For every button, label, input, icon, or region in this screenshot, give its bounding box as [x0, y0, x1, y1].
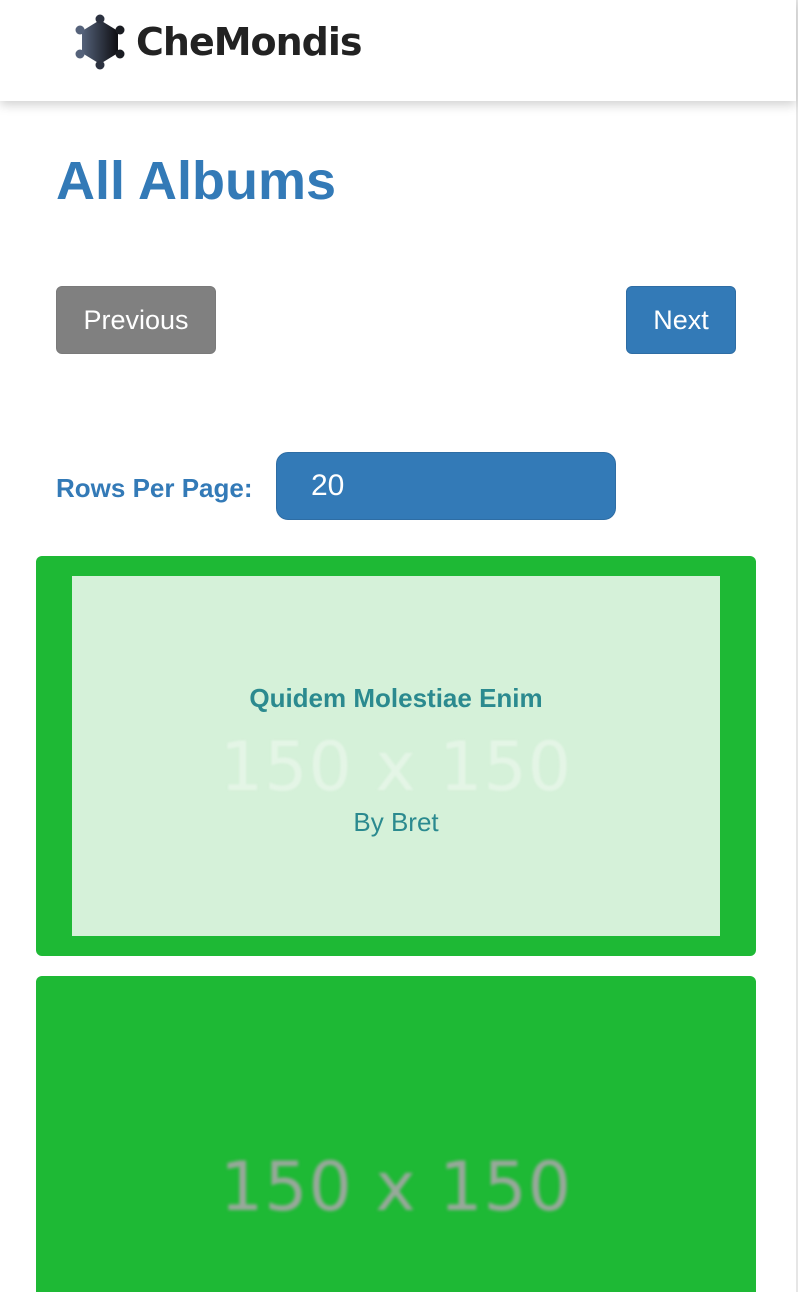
album-card-overlay: 150 x 150 Quidem Molestiae Enim By Bret: [72, 576, 720, 936]
hexagon-molecule-icon: [75, 14, 125, 70]
rows-per-page-select[interactable]: 20: [276, 452, 616, 520]
album-title: Quidem Molestiae Enim: [249, 683, 543, 713]
rows-per-page-label: Rows Per Page:: [56, 473, 253, 503]
next-button[interactable]: Next: [626, 286, 736, 354]
album-card[interactable]: 150 x 150: [36, 976, 756, 1292]
previous-button[interactable]: Previous: [56, 286, 216, 354]
album-card[interactable]: 150 x 150 Quidem Molestiae Enim By Bret: [36, 556, 756, 956]
page-title: All Albums: [56, 151, 337, 211]
album-thumbnail-placeholder: 150 x 150: [219, 728, 573, 807]
top-navbar: CheMondis: [0, 0, 796, 101]
album-thumbnail-placeholder: 150 x 150: [219, 1148, 573, 1227]
album-author: By Bret: [353, 807, 439, 837]
brand-logo[interactable]: CheMondis: [74, 14, 363, 70]
page: CheMondis All Albums Previous Next Rows …: [0, 0, 798, 1292]
brand-name: CheMondis: [136, 20, 363, 64]
